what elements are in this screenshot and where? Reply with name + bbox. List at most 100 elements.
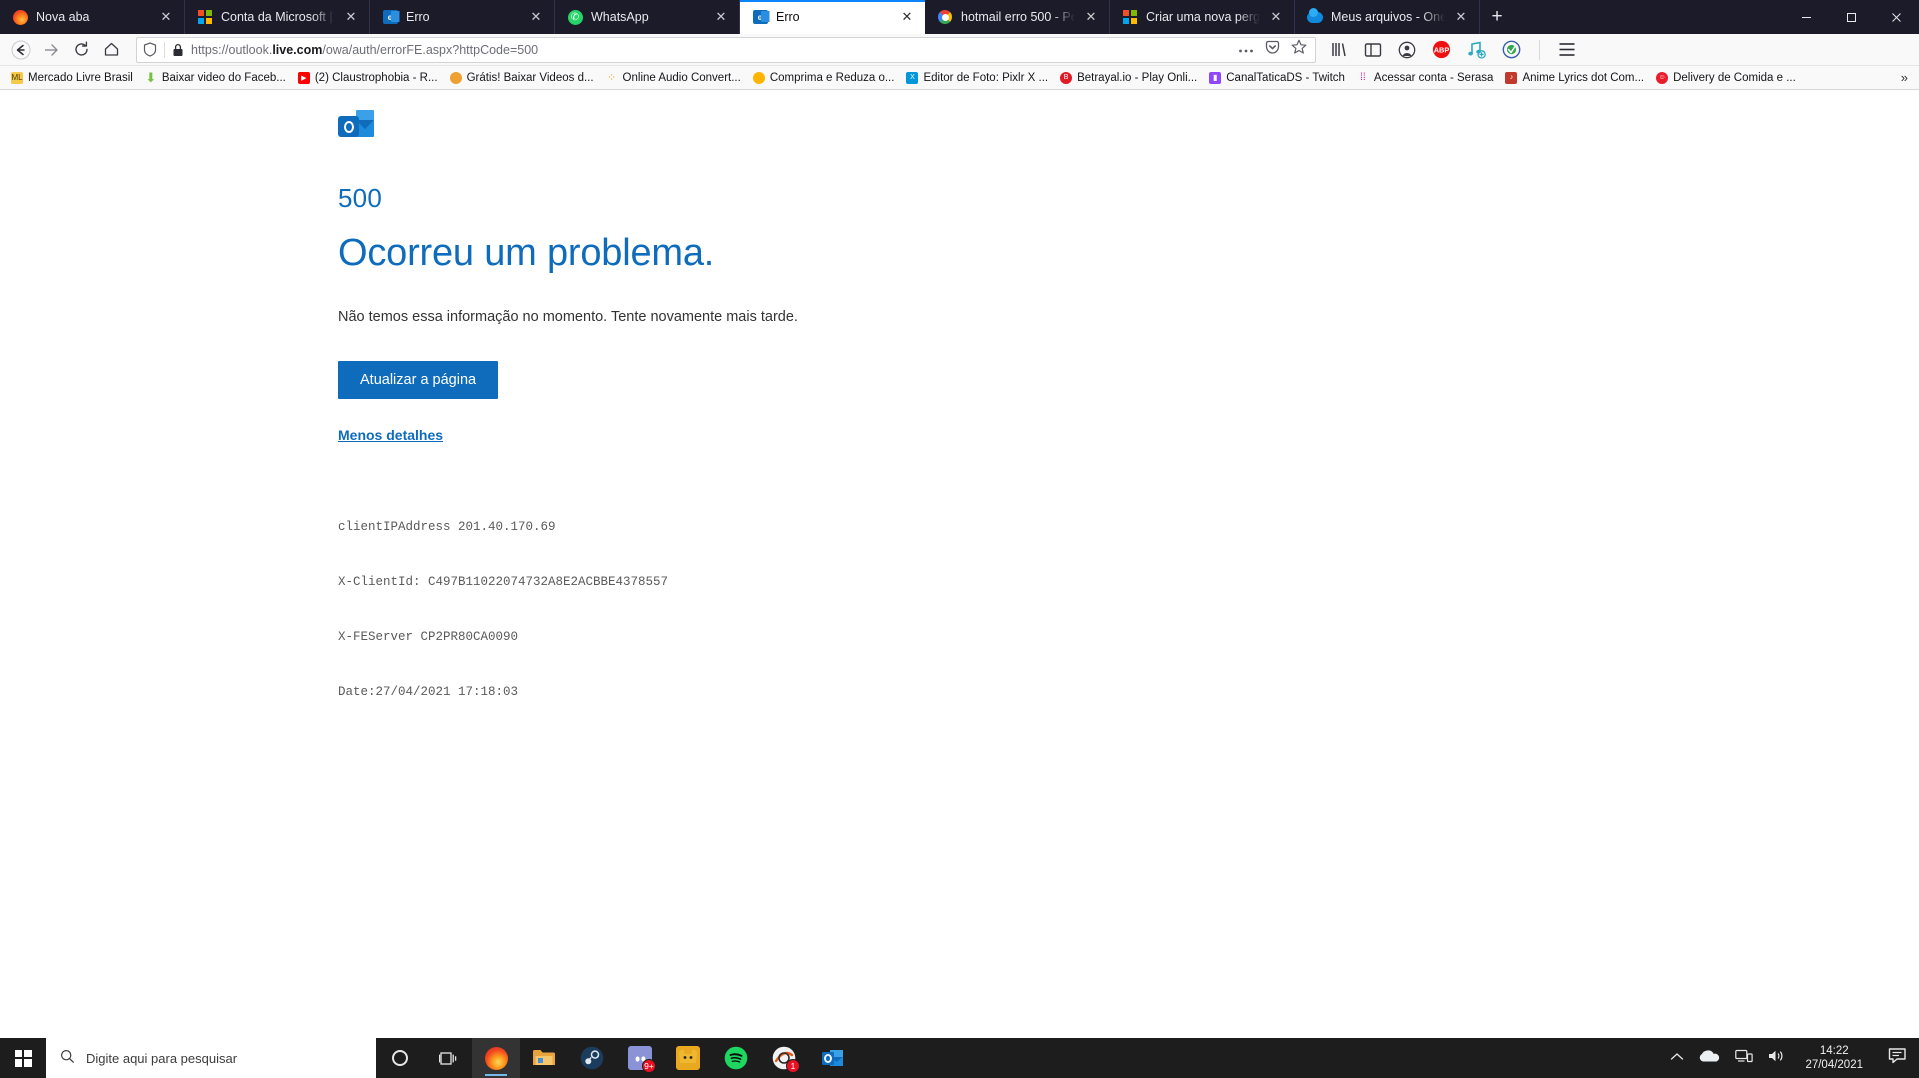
betrayal-icon: B — [1060, 71, 1073, 84]
close-icon[interactable]: ✕ — [713, 9, 729, 25]
taskbar-search-input[interactable]: Digite aqui para pesquisar — [46, 1038, 376, 1078]
url-bar-actions — [1238, 39, 1309, 60]
close-icon[interactable]: ✕ — [528, 9, 544, 25]
taskbar-app-cheat-engine[interactable] — [664, 1038, 712, 1078]
sidebar-icon[interactable] — [1364, 42, 1382, 58]
bookmark-item[interactable]: B Betrayal.io - Play Onli... — [1054, 70, 1203, 86]
menu-icon[interactable] — [1558, 42, 1576, 57]
lock-icon[interactable] — [172, 43, 184, 57]
firefox-icon — [12, 9, 28, 25]
url-suffix: /owa/auth/errorFE.aspx?httpCode=500 — [322, 42, 539, 57]
start-button[interactable] — [0, 1038, 46, 1078]
forward-button[interactable] — [36, 36, 66, 64]
show-hidden-icon[interactable] — [1670, 1049, 1684, 1067]
library-icon[interactable] — [1330, 41, 1348, 58]
browser-tab-6[interactable]: Criar uma nova pergunta ou ✕ — [1110, 0, 1295, 34]
close-icon[interactable]: ✕ — [1268, 9, 1284, 25]
home-button[interactable] — [96, 36, 126, 64]
diagnostic-line: X-FEServer CP2PR80CA0090 — [338, 630, 519, 644]
bookmark-label: (2) Claustrophobia - R... — [314, 71, 438, 84]
refresh-page-button[interactable]: Atualizar a página — [338, 361, 499, 399]
browser-tab-0[interactable]: Nova aba ✕ — [0, 0, 185, 34]
close-icon[interactable]: ✕ — [158, 9, 174, 25]
bookmarks-overflow-icon[interactable]: » — [1901, 70, 1914, 85]
serasa-icon: ⁞⁞ — [1360, 72, 1366, 83]
error-page: 500 Ocorreu um problema. Não temos essa … — [0, 90, 1919, 1040]
close-icon[interactable]: ✕ — [1083, 9, 1099, 25]
taskbar-app-spotify[interactable] — [712, 1038, 760, 1078]
shield-icon[interactable] — [143, 42, 157, 57]
close-button[interactable] — [1874, 0, 1919, 34]
bookmark-star-icon[interactable] — [1291, 39, 1307, 60]
browser-tab-4-active[interactable]: o Erro ✕ — [740, 0, 925, 34]
origin-icon: 1 — [772, 1046, 800, 1073]
bookmark-item[interactable]: ⁞⁞ Acessar conta - Serasa — [1351, 70, 1500, 86]
bookmark-item[interactable]: Comprima e Reduza o... — [747, 70, 901, 86]
url-text[interactable]: https://outlook.live.com/owa/auth/errorF… — [191, 43, 1231, 57]
bookmark-item[interactable]: Grátis! Baixar Videos d... — [444, 70, 600, 86]
minimize-button[interactable] — [1784, 0, 1829, 34]
windows-taskbar: Digite aqui para pesquisar 9+ 1 14:22 27… — [0, 1038, 1919, 1078]
bookmark-item[interactable]: ▶ (2) Claustrophobia - R... — [292, 70, 444, 86]
taskbar-apps: 9+ 1 — [472, 1038, 856, 1078]
error-subtext: Não temos essa informação no momento. Te… — [338, 309, 798, 325]
microsoft-icon — [197, 9, 213, 25]
taskbar-app-origin[interactable]: 1 — [760, 1038, 808, 1078]
account-icon[interactable] — [1398, 41, 1416, 59]
onedrive-icon[interactable] — [1699, 1049, 1720, 1068]
diagnostic-line: Date:27/04/2021 17:18:03 — [338, 685, 519, 700]
bookmark-label: Anime Lyrics dot Com... — [1522, 71, 1645, 84]
new-tab-button[interactable]: + — [1480, 0, 1514, 34]
bookmark-item[interactable]: ML Mercado Livre Brasil — [5, 70, 139, 86]
taskbar-app-outlook[interactable] — [808, 1038, 856, 1078]
bookmark-item[interactable]: ☺ Delivery de Comida e ... — [1650, 70, 1802, 86]
browser-tab-7[interactable]: Meus arquivos - OneDrive ✕ — [1295, 0, 1480, 34]
diagnostics-block: clientIPAddress 201.40.170.69 X-ClientId… — [338, 481, 1919, 738]
taskbar-app-file-explorer[interactable] — [520, 1038, 568, 1078]
discord-icon: 9+ — [628, 1046, 656, 1073]
close-icon[interactable]: ✕ — [343, 9, 359, 25]
maximize-button[interactable] — [1829, 0, 1874, 34]
browser-tab-2[interactable]: o Erro ✕ — [370, 0, 555, 34]
dots-icon: ⁘ — [606, 72, 617, 84]
file-explorer-icon — [532, 1046, 556, 1070]
browser-tab-1[interactable]: Conta da Microsoft | Início ✕ — [185, 0, 370, 34]
outlook-icon: o — [752, 9, 768, 25]
pocket-icon[interactable] — [1265, 40, 1280, 60]
taskbar-app-discord[interactable]: 9+ — [616, 1038, 664, 1078]
bookmark-item[interactable]: ▮ CanalTaticaDS - Twitch — [1203, 70, 1351, 86]
anime-icon: ♪ — [1505, 71, 1518, 84]
browser-tab-5[interactable]: hotmail erro 500 - Pesquisa G ✕ — [925, 0, 1110, 34]
task-view-button[interactable] — [424, 1038, 472, 1078]
bookmark-item[interactable]: X Editor de Foto: Pixlr X ... — [900, 70, 1054, 86]
bookmark-label: CanalTaticaDS - Twitch — [1226, 71, 1345, 84]
url-bar[interactable]: https://outlook.live.com/owa/auth/errorF… — [136, 36, 1316, 63]
mercadolivre-icon: ML — [11, 71, 23, 84]
more-icon[interactable] — [1238, 41, 1254, 59]
close-icon[interactable]: ✕ — [1453, 9, 1469, 25]
network-icon[interactable] — [1735, 1049, 1754, 1068]
bookmark-item[interactable]: ♪ Anime Lyrics dot Com... — [1499, 70, 1650, 86]
taskbar-app-firefox[interactable] — [472, 1038, 520, 1078]
bookmark-label: Baixar video do Faceb... — [161, 71, 286, 84]
browser-tab-3[interactable]: ✆ WhatsApp ✕ — [555, 0, 740, 34]
taskbar-clock[interactable]: 14:22 27/04/2021 — [1801, 1044, 1867, 1073]
volume-icon[interactable] — [1768, 1049, 1786, 1068]
clock-date: 27/04/2021 — [1805, 1059, 1863, 1071]
tab-title: Nova aba — [36, 10, 90, 24]
bookmark-item[interactable]: ⁘ Online Audio Convert... — [600, 70, 747, 86]
extension-icon[interactable] — [1502, 40, 1521, 59]
pixlr-icon: X — [906, 71, 919, 84]
error-code: 500 — [338, 183, 382, 213]
action-center-icon[interactable] — [1882, 1047, 1909, 1069]
close-icon[interactable]: ✕ — [899, 9, 915, 25]
bookmark-label: Editor de Foto: Pixlr X ... — [923, 71, 1049, 84]
toggle-details-link[interactable]: Menos detalhes — [338, 427, 1919, 443]
adblock-icon[interactable]: ABP — [1432, 40, 1451, 59]
bookmark-item[interactable]: ⬇ Baixar video do Faceb... — [139, 70, 292, 86]
video-download-icon[interactable] — [1467, 41, 1486, 59]
back-button[interactable] — [6, 36, 36, 64]
reload-button[interactable] — [66, 36, 96, 64]
taskbar-app-steam[interactable] — [568, 1038, 616, 1078]
cortana-button[interactable] — [376, 1038, 424, 1078]
